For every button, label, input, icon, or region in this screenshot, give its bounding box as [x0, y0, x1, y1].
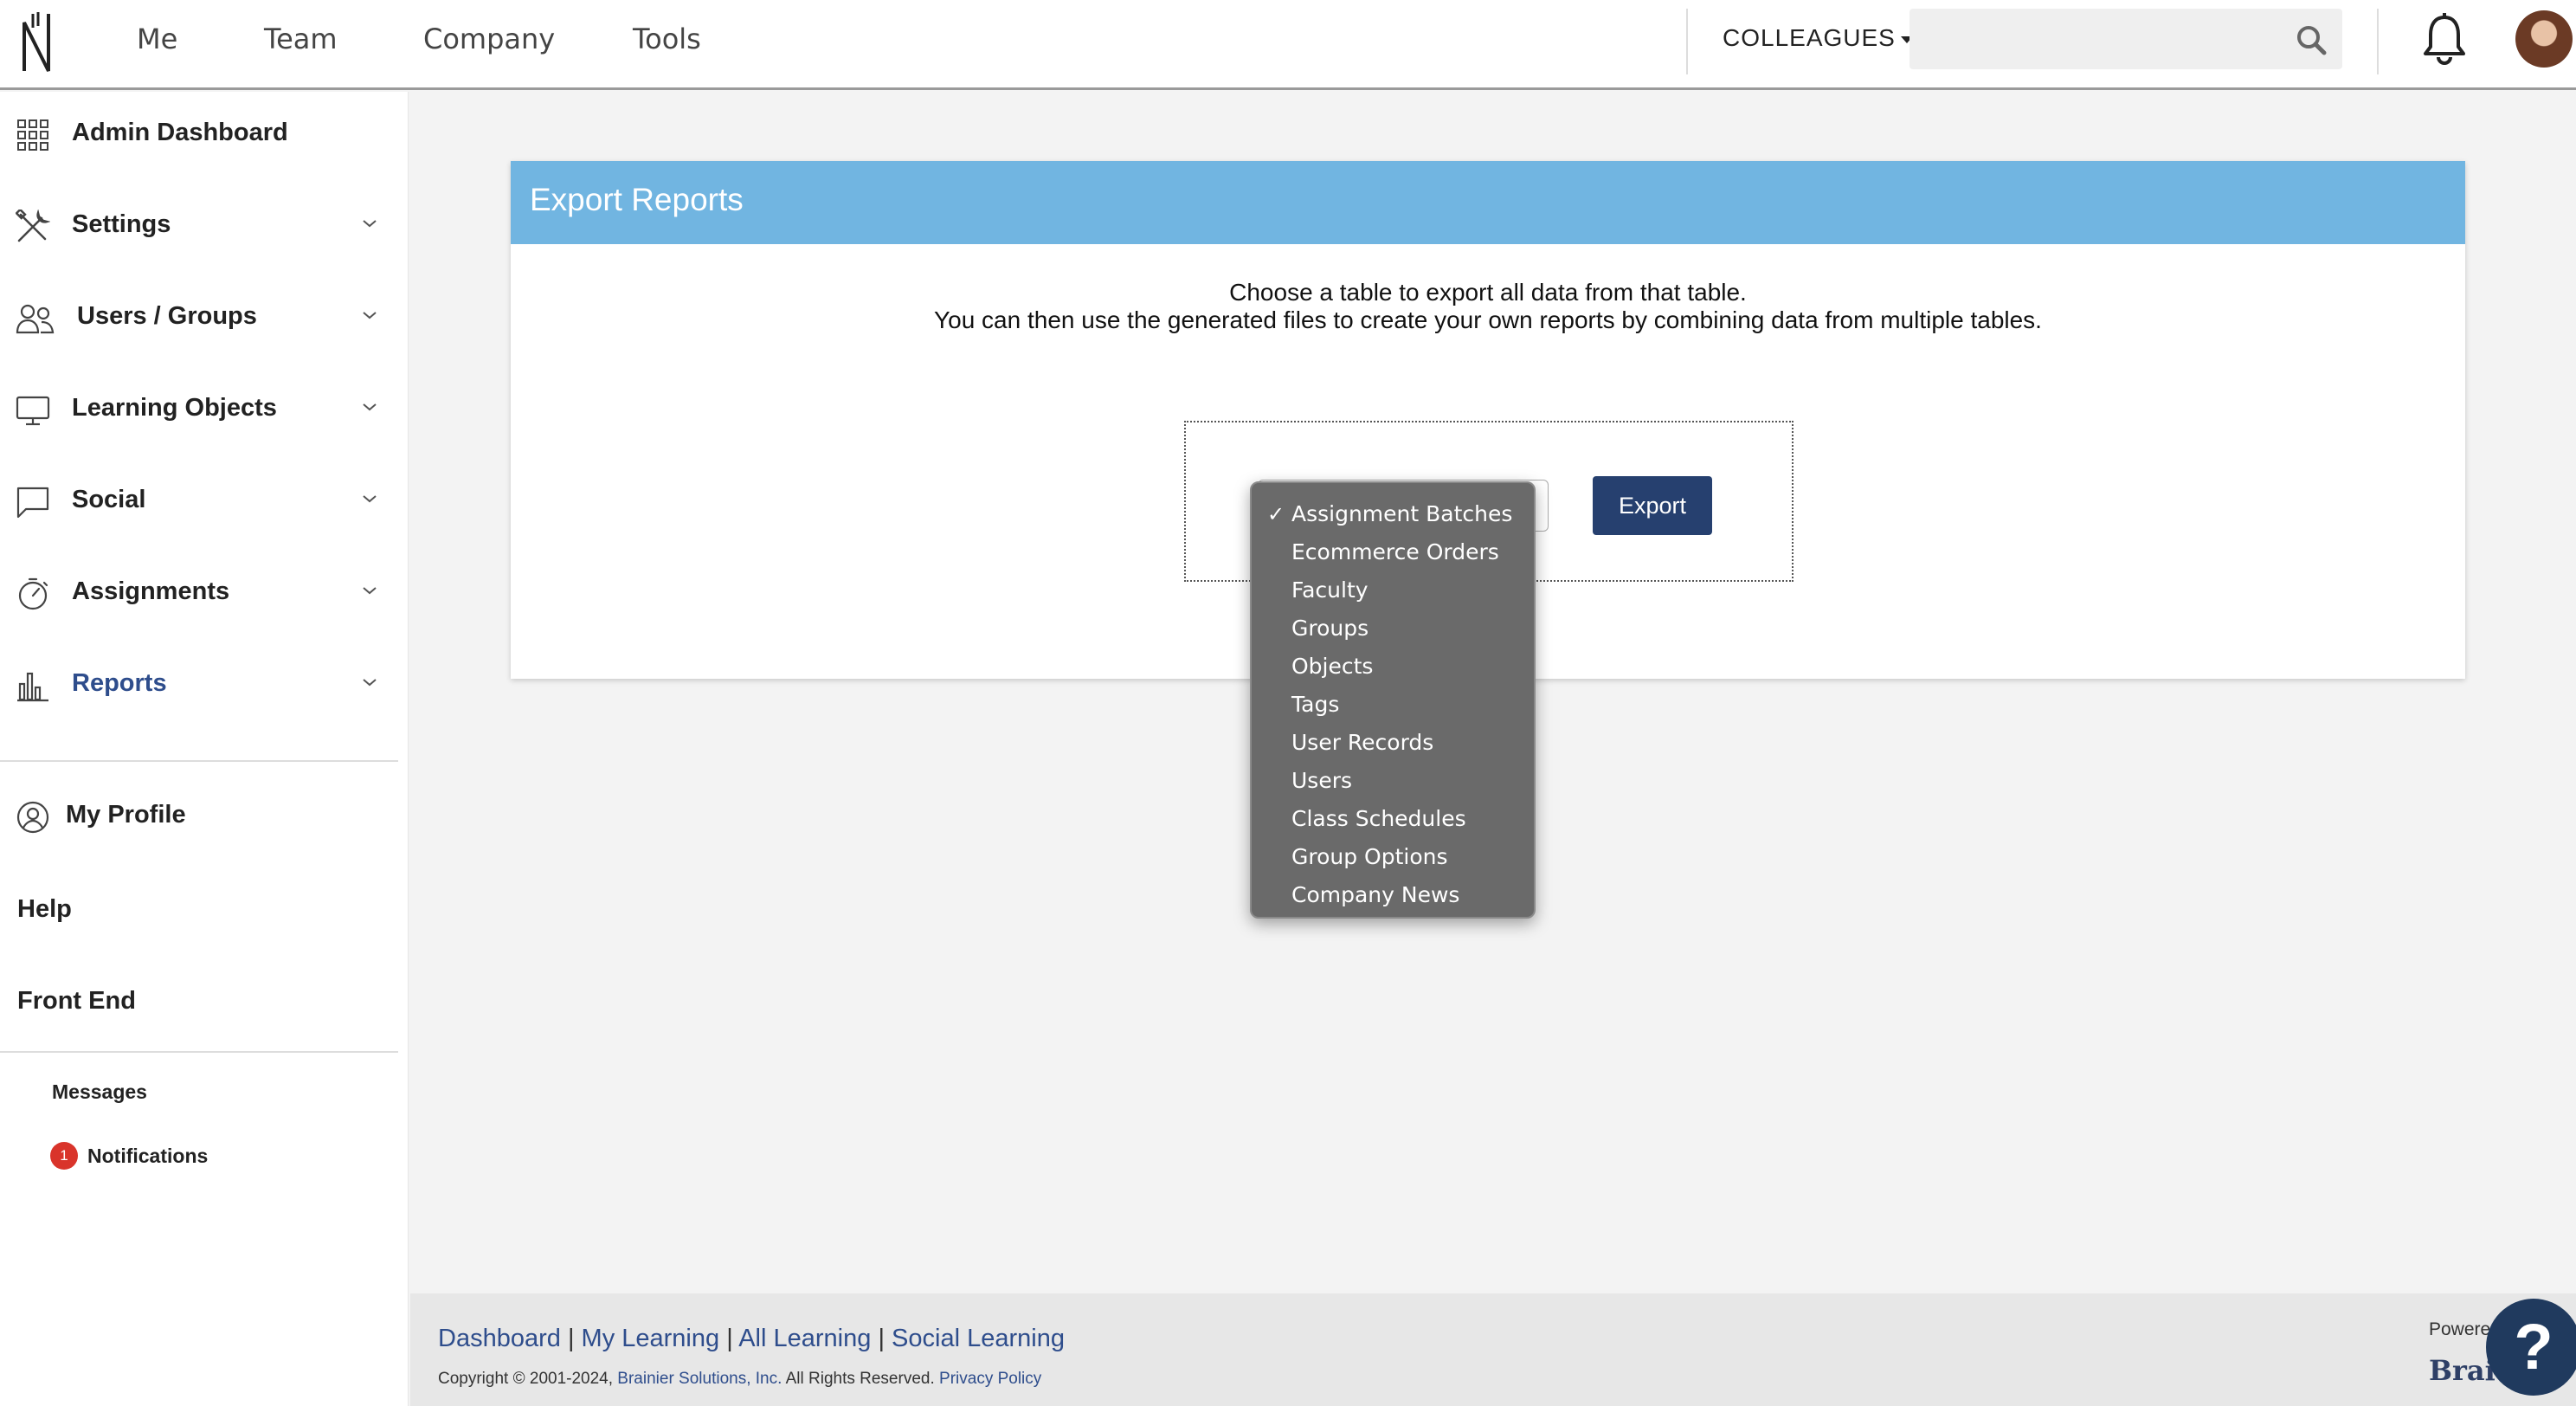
help-button[interactable]: ?: [2486, 1299, 2576, 1396]
dropdown-option[interactable]: Faculty: [1252, 571, 1534, 609]
powered-by-label: Powere: [2429, 1319, 2491, 1339]
export-button[interactable]: Export: [1593, 476, 1712, 535]
sidebar-item-messages[interactable]: Messages: [52, 1080, 147, 1104]
dropdown-option[interactable]: Company News: [1252, 876, 1534, 914]
users-icon: [16, 304, 55, 334]
search-input[interactable]: [1909, 9, 2282, 69]
sidebar-item-reports[interactable]: Reports: [0, 646, 409, 724]
divider: [0, 760, 398, 762]
checkmark-icon: ✓: [1267, 502, 1285, 526]
sidebar-item-social[interactable]: Social: [0, 462, 409, 540]
chevron-down-icon: [363, 312, 377, 319]
bell-icon[interactable]: [2420, 12, 2469, 68]
sidebar-item-label: Assignments: [72, 577, 230, 605]
sidebar-item-learning-objects[interactable]: Learning Objects: [0, 371, 409, 448]
logo-icon[interactable]: [19, 10, 57, 73]
dropdown-option[interactable]: ✓ Assignment Batches: [1252, 495, 1534, 533]
sidebar-item-label: Reports: [72, 669, 167, 697]
search-box: [1909, 9, 2342, 69]
sidebar-item-label: Admin Dashboard: [72, 119, 288, 146]
colleagues-dropdown[interactable]: COLLEAGUES: [1723, 24, 1913, 52]
chevron-down-icon: [363, 495, 377, 503]
sidebar-item-notifications[interactable]: Notifications: [87, 1145, 208, 1168]
avatar[interactable]: [2515, 10, 2573, 68]
footer-link-social-learning[interactable]: Social Learning: [892, 1325, 1065, 1352]
sidebar-item-admin-dashboard[interactable]: Admin Dashboard: [0, 95, 409, 173]
chat-icon: [16, 487, 49, 519]
dropdown-option[interactable]: Tags: [1252, 686, 1534, 724]
dropdown-option[interactable]: Class Schedules: [1252, 800, 1534, 838]
divider: [1686, 9, 1688, 74]
dropdown-option[interactable]: Objects: [1252, 648, 1534, 686]
footer-link-dashboard[interactable]: Dashboard: [438, 1325, 561, 1352]
panel-header: Export Reports: [511, 161, 2465, 244]
topnav-tools[interactable]: Tools: [633, 23, 701, 55]
dropdown-option[interactable]: Group Options: [1252, 838, 1534, 876]
copyright: Copyright © 2001-2024, Brainier Solution…: [438, 1370, 1042, 1388]
sidebar-item-front-end[interactable]: Front End: [17, 987, 136, 1016]
top-bar: Me Team Company Tools COLLEAGUES: [0, 0, 2576, 90]
sidebar-item-label: Social: [72, 486, 146, 513]
footer-link-my-learning[interactable]: My Learning: [582, 1325, 720, 1352]
tools-icon: [16, 210, 50, 242]
footer-link-all-learning[interactable]: All Learning: [738, 1325, 871, 1352]
sidebar: Admin Dashboard Settings Users / Groups …: [0, 92, 409, 1406]
grid-icon: [17, 119, 48, 151]
monitor-icon: [16, 396, 50, 426]
topnav-team[interactable]: Team: [264, 23, 338, 55]
chevron-down-icon: [363, 403, 377, 411]
chevron-down-icon: [363, 679, 377, 687]
stopwatch-icon: [18, 577, 48, 610]
colleagues-label: COLLEAGUES: [1723, 24, 1896, 51]
sidebar-item-label: Settings: [72, 210, 171, 238]
topnav-company[interactable]: Company: [423, 23, 555, 55]
dropdown-option[interactable]: Users: [1252, 762, 1534, 800]
user-circle-icon: [16, 801, 49, 834]
sidebar-item-settings[interactable]: Settings: [0, 187, 409, 265]
instruction-text: You can then use the generated files to …: [934, 306, 2042, 333]
divider: [2377, 9, 2379, 74]
separator: |: [726, 1325, 733, 1352]
sidebar-item-label: Users / Groups: [77, 302, 257, 330]
sidebar-item-assignments[interactable]: Assignments: [0, 554, 409, 632]
sidebar-item-my-profile[interactable]: My Profile: [0, 777, 409, 855]
company-link[interactable]: Brainier Solutions, Inc.: [617, 1370, 782, 1388]
notification-badge: 1: [50, 1142, 78, 1170]
dropdown-option[interactable]: Groups: [1252, 609, 1534, 648]
table-select-dropdown: ✓ Assignment Batches Ecommerce Orders Fac…: [1250, 481, 1536, 919]
bar-chart-icon: [17, 672, 48, 702]
sidebar-item-label: Learning Objects: [72, 394, 277, 422]
search-icon[interactable]: [2296, 24, 2327, 55]
dropdown-option[interactable]: User Records: [1252, 724, 1534, 762]
dropdown-option[interactable]: Ecommerce Orders: [1252, 533, 1534, 571]
chevron-down-icon: [363, 587, 377, 595]
separator: |: [878, 1325, 885, 1352]
topnav-me[interactable]: Me: [137, 23, 177, 55]
sidebar-item-label: My Profile: [66, 801, 186, 829]
sidebar-item-help[interactable]: Help: [17, 895, 72, 924]
divider: [0, 1051, 398, 1053]
brand-logo[interactable]: Brai: [2429, 1354, 2496, 1387]
footer-links: Dashboard | My Learning | All Learning |…: [438, 1325, 1065, 1353]
footer: Dashboard | My Learning | All Learning |…: [410, 1293, 2576, 1406]
sidebar-item-users-groups[interactable]: Users / Groups: [0, 279, 409, 357]
instruction-text: Choose a table to export all data from t…: [1229, 279, 1747, 306]
privacy-policy-link[interactable]: Privacy Policy: [939, 1370, 1041, 1388]
chevron-down-icon: [363, 220, 377, 228]
separator: |: [567, 1325, 575, 1352]
page-title: Export Reports: [530, 182, 744, 217]
